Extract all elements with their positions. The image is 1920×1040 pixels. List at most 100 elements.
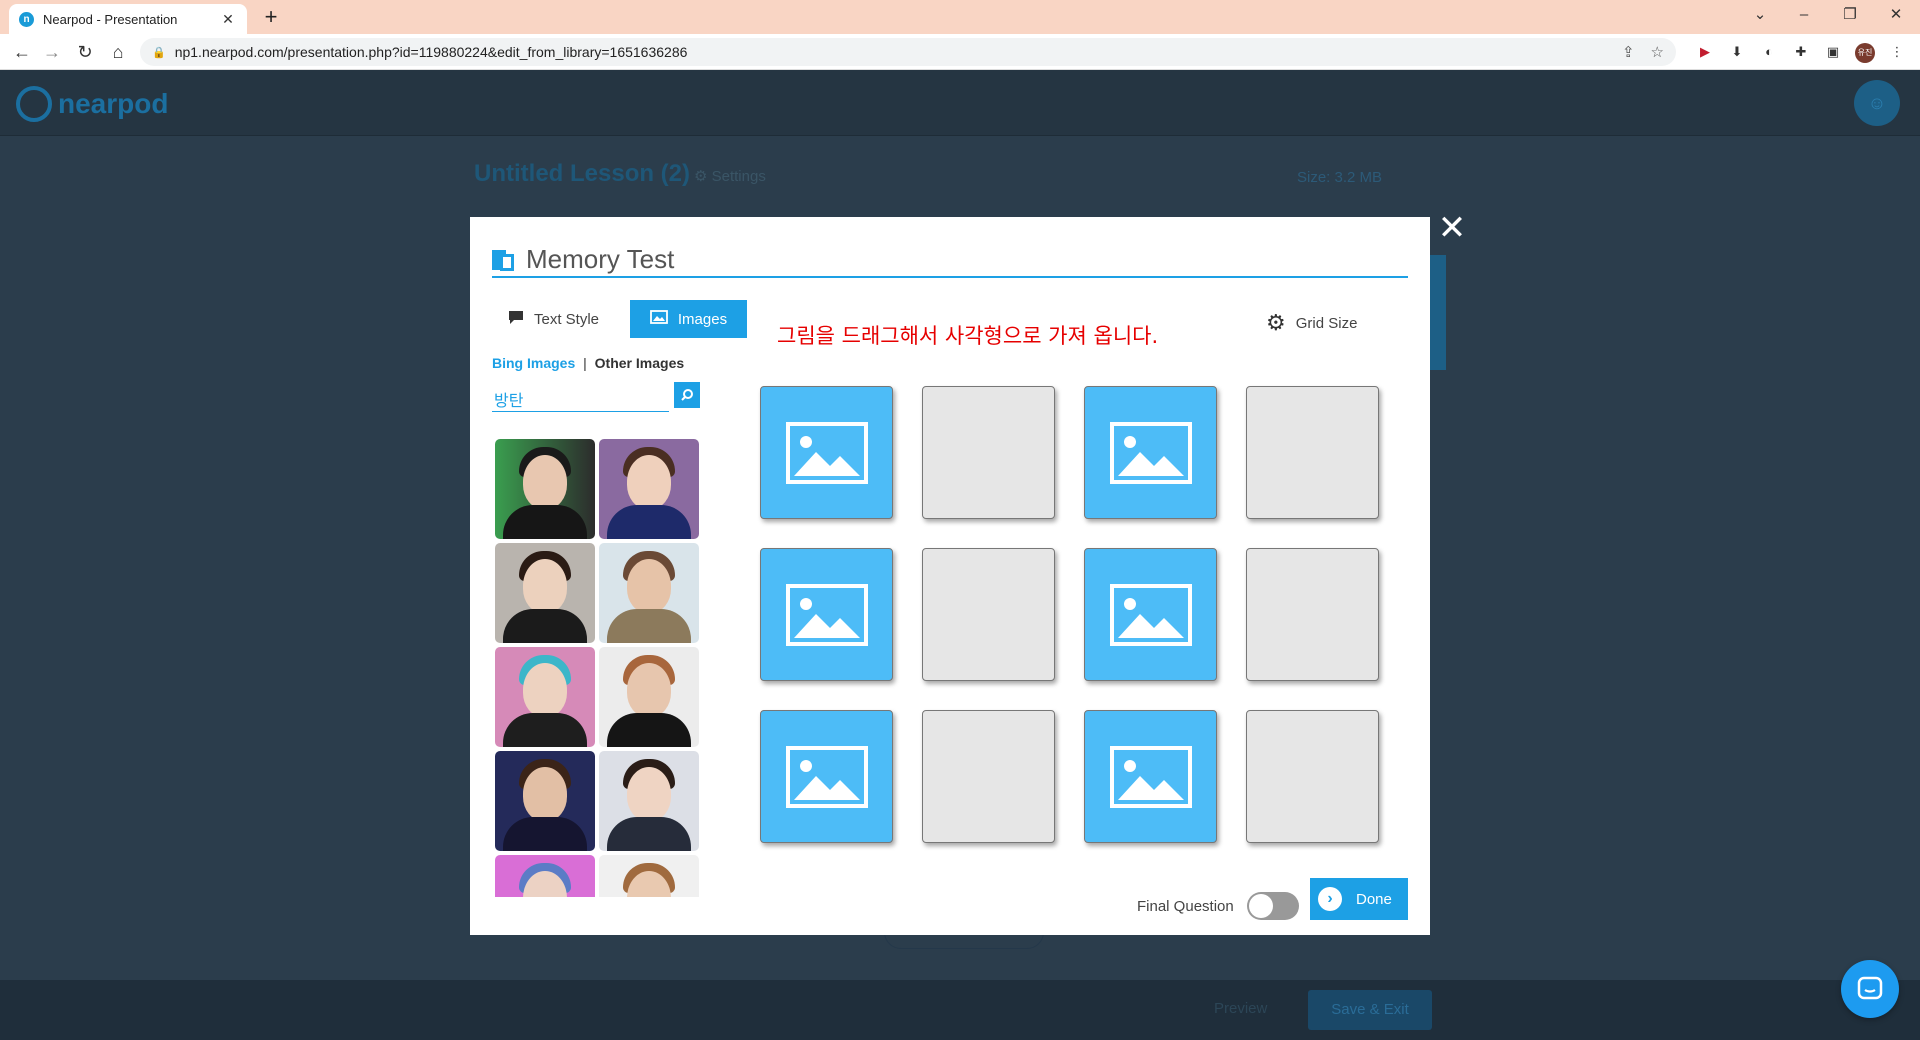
grid-card-empty[interactable] xyxy=(922,710,1055,843)
url-text: np1.nearpod.com/presentation.php?id=1198… xyxy=(174,44,688,60)
grid-size-button[interactable]: ⚙ Grid Size xyxy=(1266,310,1357,336)
image-result-9[interactable] xyxy=(495,855,595,897)
image-result-7[interactable] xyxy=(495,751,595,851)
grid-card-empty[interactable] xyxy=(1246,548,1379,681)
image-results-list xyxy=(495,439,701,897)
search-button[interactable] xyxy=(674,382,700,408)
extensions-puzzle-icon[interactable]: ✚ xyxy=(1792,43,1810,61)
user-avatar[interactable]: ☺ xyxy=(1854,80,1900,126)
forward-button[interactable]: → xyxy=(40,40,64,64)
minimize-button[interactable]: – xyxy=(1784,0,1824,30)
grid-card-image[interactable] xyxy=(1084,386,1217,519)
image-placeholder-icon xyxy=(1110,584,1192,646)
grid-card-image[interactable] xyxy=(760,710,893,843)
tab-images-label: Images xyxy=(677,310,728,328)
reload-button[interactable]: ↻ xyxy=(73,40,97,64)
lesson-title[interactable]: Untitled Lesson (2) xyxy=(474,160,690,188)
tab-search-chevron-icon[interactable]: ⌄ xyxy=(1740,0,1780,30)
profile-avatar[interactable]: 유진 xyxy=(1855,43,1875,63)
final-question-toggle[interactable] xyxy=(1247,892,1299,920)
image-placeholder-icon xyxy=(1110,746,1192,808)
image-placeholder-icon xyxy=(786,584,868,646)
grid-card-image[interactable] xyxy=(1084,710,1217,843)
side-panel-icon[interactable]: ▣ xyxy=(1824,43,1842,61)
instruction-text: 그림을 드래그해서 사각형으로 가져 옵니다. xyxy=(777,324,1159,348)
share-icon[interactable]: ⇪ xyxy=(1622,43,1635,61)
image-result-5[interactable] xyxy=(495,647,595,747)
done-label: Done xyxy=(1356,890,1392,908)
close-window-button[interactable]: ✕ xyxy=(1876,0,1916,30)
image-result-4[interactable] xyxy=(599,543,699,643)
bing-images-link[interactable]: Bing Images xyxy=(492,355,575,371)
search-icon xyxy=(681,389,693,401)
home-button[interactable]: ⌂ xyxy=(106,40,130,64)
grid-card-image[interactable] xyxy=(760,386,893,519)
toggle-knob xyxy=(1249,894,1273,918)
tab-close-icon[interactable]: ✕ xyxy=(219,11,237,28)
chat-support-button[interactable] xyxy=(1841,960,1899,1018)
grid-card-empty[interactable] xyxy=(1246,710,1379,843)
preview-button[interactable]: Preview xyxy=(1214,1000,1267,1017)
image-icon xyxy=(649,310,668,328)
tab-text-style-label: Text Style xyxy=(534,310,600,328)
final-question-label: Final Question xyxy=(1137,898,1234,915)
browser-menu-icon[interactable]: ⋮ xyxy=(1888,43,1906,61)
grid-size-label: Grid Size xyxy=(1295,314,1358,332)
grid-card-image[interactable] xyxy=(1084,548,1217,681)
address-bar[interactable]: 🔒 np1.nearpod.com/presentation.php?id=11… xyxy=(140,38,1676,66)
memory-test-modal: Memory Test Text Style Images 그림을 드래그해서 … xyxy=(470,217,1430,935)
new-tab-button[interactable]: + xyxy=(258,4,284,30)
image-source-links: Bing Images | Other Images xyxy=(492,355,684,371)
extension-red-icon[interactable]: ▶ xyxy=(1696,43,1714,61)
image-result-10[interactable] xyxy=(599,855,699,897)
image-result-1[interactable] xyxy=(495,439,595,539)
extension-circle-icon[interactable]: ◐ xyxy=(1760,43,1778,61)
size-value: 3.2 MB xyxy=(1334,169,1383,186)
image-placeholder-icon xyxy=(1110,422,1192,484)
image-placeholder-icon xyxy=(786,422,868,484)
restore-button[interactable]: ❐ xyxy=(1830,0,1870,30)
browser-tabstrip: n Nearpod - Presentation ✕ + ⌄ – ❐ ✕ xyxy=(0,0,1920,34)
settings-gear-icon: ⚙ xyxy=(694,168,708,185)
browser-toolbar: ← → ↻ ⌂ 🔒 np1.nearpod.com/presentation.p… xyxy=(0,34,1920,70)
lock-icon: 🔒 xyxy=(152,46,166,59)
lesson-size: Size: 3.2 MB xyxy=(1297,169,1382,186)
tab-text-style[interactable]: Text Style xyxy=(492,300,615,338)
gear-icon: ⚙ xyxy=(1266,310,1286,335)
arrow-right-icon: › xyxy=(1318,887,1342,911)
bookmark-star-icon[interactable]: ☆ xyxy=(1651,43,1664,61)
modal-close-icon[interactable]: ✕ xyxy=(1437,211,1467,245)
grid-card-empty[interactable] xyxy=(922,548,1055,681)
image-placeholder-icon xyxy=(786,746,868,808)
image-result-3[interactable] xyxy=(495,543,595,643)
grid-card-empty[interactable] xyxy=(922,386,1055,519)
size-label: Size: xyxy=(1297,169,1331,186)
chat-icon xyxy=(1857,976,1883,1000)
other-images-link[interactable]: Other Images xyxy=(595,355,684,371)
modal-header: Memory Test xyxy=(492,242,1408,278)
grid-card-image[interactable] xyxy=(760,548,893,681)
done-button[interactable]: › Done xyxy=(1310,878,1408,920)
extension-download-icon[interactable]: ⬇ xyxy=(1728,43,1746,61)
back-button[interactable]: ← xyxy=(10,40,34,64)
save-exit-button[interactable]: Save & Exit xyxy=(1308,990,1432,1030)
nearpod-favicon-icon: n xyxy=(19,11,34,27)
settings-label: Settings xyxy=(711,168,766,185)
image-result-6[interactable] xyxy=(599,647,699,747)
lesson-settings-link[interactable]: ⚙ Settings xyxy=(694,167,766,185)
modal-title: Memory Test xyxy=(526,243,675,274)
grid-card-empty[interactable] xyxy=(1246,386,1379,519)
bottom-bar xyxy=(0,980,1920,1040)
memory-test-icon xyxy=(492,247,516,271)
app-header: nearpod ☺ xyxy=(0,70,1920,136)
image-result-8[interactable] xyxy=(599,751,699,851)
browser-tab[interactable]: n Nearpod - Presentation ✕ xyxy=(9,4,247,34)
speech-bubble-icon xyxy=(508,310,524,329)
nearpod-logo-mark-icon xyxy=(16,86,52,122)
image-result-2[interactable] xyxy=(599,439,699,539)
logo-text: nearpod xyxy=(58,88,169,119)
image-search-input[interactable] xyxy=(492,386,669,412)
source-separator: | xyxy=(583,355,587,371)
nearpod-logo[interactable]: nearpod xyxy=(16,86,168,122)
tab-images[interactable]: Images xyxy=(630,300,747,338)
